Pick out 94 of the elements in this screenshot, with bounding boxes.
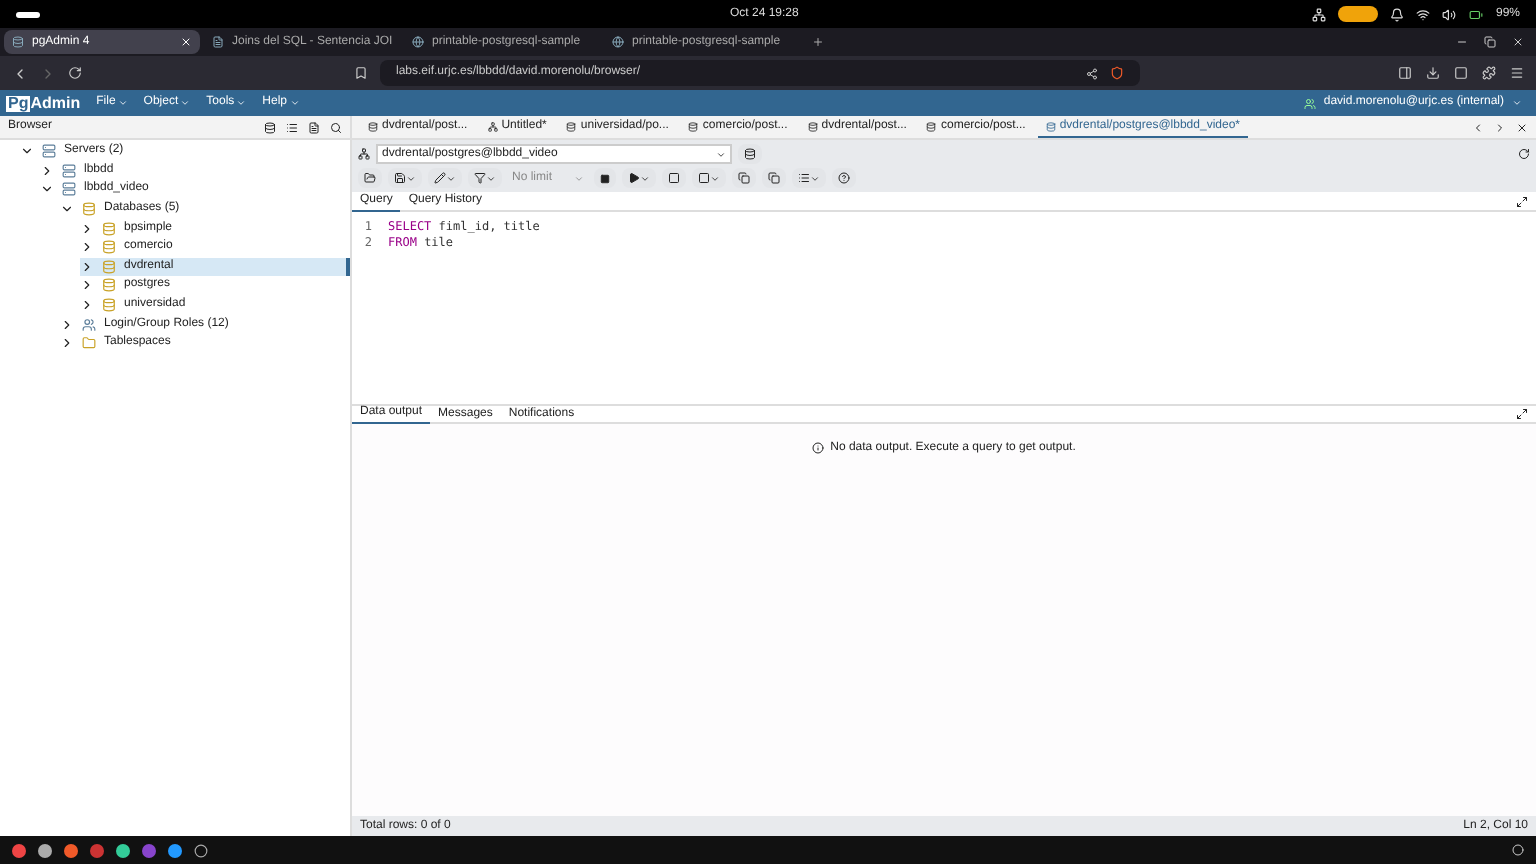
toggle-indicator [1337,6,1378,22]
globe-icon [412,36,424,48]
copy-icon [768,172,780,184]
square-icon [698,172,710,184]
filter-button[interactable] [468,168,502,188]
globe-icon [612,36,624,48]
caret-icon [446,173,456,183]
database-icon [102,259,116,274]
server-icon [62,182,76,197]
database-icon [807,122,818,132]
square-icon [668,172,680,184]
database-icon [102,298,116,313]
caret-icon [810,173,820,183]
wifi-icon [1415,7,1430,21]
analyze-button[interactable] [692,168,726,188]
chevron-left-icon[interactable] [1472,121,1484,133]
explain-button[interactable] [662,168,686,188]
edit-button[interactable] [428,168,462,188]
database-icon [368,122,378,132]
caret-icon [406,173,416,183]
back-icon[interactable] [12,65,28,81]
database-icon [12,36,24,48]
list-icon [798,172,810,184]
list-icon[interactable] [286,121,298,133]
document-icon [212,36,224,48]
macros-button[interactable] [792,168,826,188]
battery-icon [1467,7,1484,21]
caret-icon [289,98,299,108]
server-icon [42,144,56,159]
pencil-icon [434,172,446,184]
help-button[interactable] [832,168,856,188]
database-icon [102,221,116,236]
document-icon[interactable] [308,121,320,133]
save-button[interactable] [388,168,422,188]
extensions-icon[interactable] [1482,66,1496,80]
reload-icon[interactable] [68,66,82,80]
play-icon [628,172,640,184]
menu-icon[interactable] [1510,66,1524,80]
connection-icon [358,148,370,160]
network-icon [1311,7,1326,21]
workspace-indicator [16,11,40,17]
database-icon [102,278,116,293]
sidebar-icon[interactable] [1398,66,1412,80]
database-icon [102,240,116,255]
folder-icon [364,172,376,184]
caret-icon [574,173,584,183]
caret-icon [486,173,496,183]
volume-icon [1441,7,1456,21]
user-icon [1303,97,1316,109]
caret-icon [180,98,191,108]
caret-icon [716,149,726,159]
restore-icon[interactable] [1484,36,1496,48]
execute-button[interactable] [622,168,656,188]
database-icon [1045,121,1056,131]
download-icon[interactable] [1426,66,1440,80]
refresh-icon[interactable] [1518,148,1530,160]
minimize-icon[interactable] [1456,36,1468,48]
shield-icon [1110,66,1124,80]
database-icon[interactable] [264,121,276,133]
caret-icon [236,98,247,108]
users-icon [82,317,96,332]
filter-icon [474,172,486,184]
save-icon [394,172,406,184]
caret-icon [117,98,128,108]
app-logo: PgAdmin [6,91,81,115]
window-icon[interactable] [1454,66,1468,80]
stop-button[interactable] [594,168,616,188]
server-icon [62,163,76,178]
close-icon[interactable] [1516,121,1528,133]
database-icon [926,122,937,132]
bookmark-icon[interactable] [354,66,368,80]
info-icon [812,442,825,454]
search-icon[interactable] [330,121,342,133]
caret-icon [710,173,720,183]
forward-icon[interactable] [40,65,56,81]
database-icon [688,122,699,132]
chevron-right-icon [40,163,54,178]
database-icon [566,122,577,132]
folder-icon [82,336,96,351]
help-icon [838,172,850,184]
stop-icon [600,173,610,183]
chevron-down-icon [20,144,34,159]
database-icon [82,202,96,217]
database-icon [744,148,756,160]
open-button[interactable] [358,168,382,188]
share-icon [1086,67,1098,79]
new-tab-icon[interactable] [812,36,824,48]
caret-icon [1512,98,1522,108]
database-button[interactable] [738,144,762,164]
diagram-icon [487,122,498,132]
copy-icon [738,172,750,184]
caret-icon [640,173,650,183]
notification-icon [1389,7,1404,21]
chevron-right-icon[interactable] [1494,121,1506,133]
